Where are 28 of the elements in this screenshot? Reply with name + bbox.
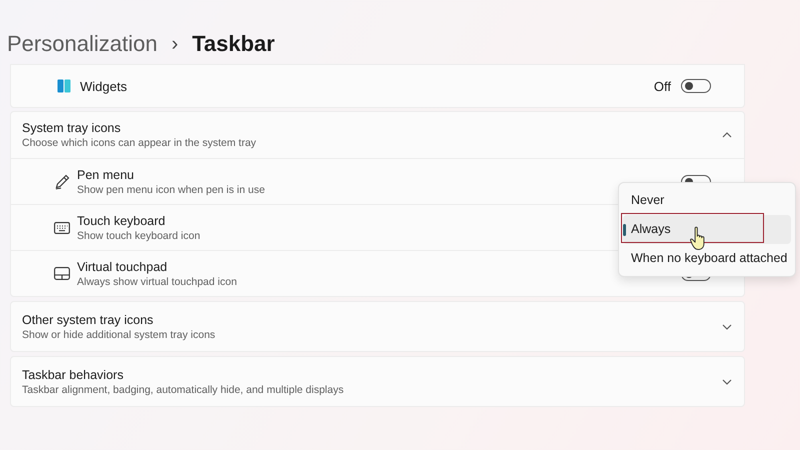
setting-card[interactable]: Taskbar behaviors Taskbar alignment, badging, automatically hide, and multiple displays [10, 356, 745, 407]
section-subtitle: Taskbar alignment, badging, automatically hide, and multiple displays [22, 384, 344, 396]
setting-description: Show pen menu icon when pen is in use [77, 184, 265, 196]
touchpad-icon [54, 267, 70, 280]
breadcrumb-separator: › [171, 32, 178, 56]
section-subtitle: Show or hide additional system tray icons [22, 328, 216, 340]
setting-description: Show touch keyboard icon [77, 230, 200, 242]
setting-title: Virtual touchpad [77, 260, 168, 274]
setting-title: Pen menu [77, 168, 135, 182]
keyboard-icon [54, 222, 70, 234]
setting-title: Touch keyboard [77, 214, 166, 228]
widgets-icon [57, 79, 71, 93]
menu-item[interactable]: When no keyboard attached [623, 244, 791, 273]
section-title: Taskbar behaviors [22, 368, 124, 382]
setting-label: Widgets [80, 78, 127, 94]
section-header[interactable]: System tray icons Choose which icons can appear in the system tray [11, 112, 744, 159]
setting-description: Always show virtual touchpad icon [77, 276, 237, 288]
setting-card[interactable]: Other system tray icons Show or hide additional system tray icons [10, 301, 745, 352]
menu-item[interactable]: Never [623, 186, 791, 215]
section-title: System tray icons [22, 121, 122, 135]
breadcrumb-parent[interactable]: Personalization [7, 31, 158, 57]
toggle-switch[interactable] [681, 79, 711, 93]
section-title: Other system tray icons [22, 312, 154, 326]
menu-item[interactable]: Always [623, 215, 791, 244]
pen-icon [54, 174, 70, 190]
toggle-state: Off [654, 78, 671, 94]
page-title: Taskbar [192, 31, 275, 57]
section-subtitle: Choose which icons can appear in the system tray [22, 137, 256, 149]
